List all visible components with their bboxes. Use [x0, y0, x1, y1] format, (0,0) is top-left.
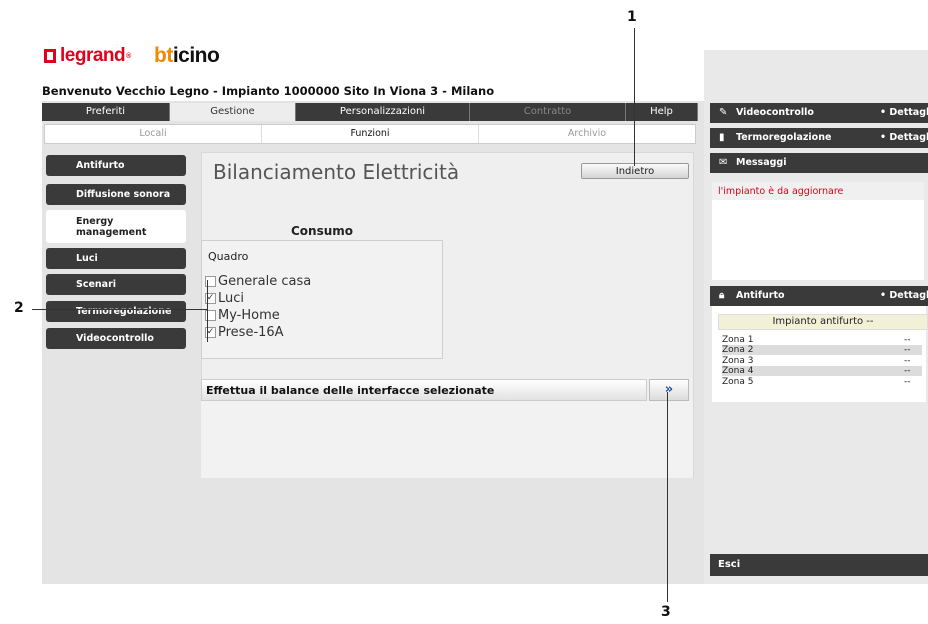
subtab-locali[interactable]: Locali [45, 125, 262, 143]
antifurto-header[interactable]: 🔒︎ Antifurto • Dettagli [710, 286, 928, 306]
tab-personalizzazioni[interactable]: Personalizzazioni [296, 103, 470, 121]
details-link[interactable]: • Dettagli [880, 103, 928, 123]
welcome-text: Benvenuto Vecchio Legno - Impianto 10000… [42, 84, 495, 98]
menu-energy-management[interactable]: Energy management [46, 210, 186, 243]
callout-3-line [667, 392, 668, 602]
menu-termoregolazione[interactable]: Termoregolazione [46, 301, 186, 322]
zone-row: Zona 1 -- [722, 335, 911, 345]
messaggi-header: ✉ Messaggi [710, 153, 928, 173]
zone-row: Zona 4 -- [722, 366, 922, 376]
menu-scenari[interactable]: Scenari [46, 274, 186, 295]
consumo-heading: Consumo [291, 224, 354, 238]
menu-antifurto[interactable]: Antifurto [46, 155, 186, 176]
option-luci[interactable]: ✓ Luci [205, 291, 244, 306]
subtab-archivio[interactable]: Archivio [479, 125, 695, 143]
wrench-icon: ✎ [719, 107, 728, 118]
sub-tabs: Locali Funzioni Archivio [44, 124, 696, 144]
message-text: l'impianto è da aggiornare [718, 186, 844, 197]
back-button[interactable]: Indietro [581, 163, 689, 179]
callout-2: 2 [14, 300, 24, 316]
balance-go-button[interactable]: » [649, 379, 689, 401]
balance-bar: Effettua il balance delle interfacce sel… [201, 379, 647, 401]
tab-gestione[interactable]: Gestione [170, 103, 296, 121]
esci-button[interactable]: Esci [710, 554, 928, 576]
envelope-icon: ✉ [719, 157, 728, 168]
menu-diffusione-sonora[interactable]: Diffusione sonora [46, 184, 186, 205]
option-generale-casa[interactable]: Generale casa [205, 274, 311, 289]
tab-contratto[interactable]: Contratto [470, 103, 626, 121]
callout-1-line [634, 28, 635, 166]
callout-2-bracket [207, 280, 208, 342]
page-title: Bilanciamento Elettricità [213, 160, 460, 184]
legrand-wordmark: legrand [60, 45, 126, 66]
menu-luci[interactable]: Luci [46, 248, 186, 269]
zone-row: Zona 2 -- [722, 345, 922, 355]
legrand-logo: legrand ® [44, 45, 131, 67]
option-label: Generale casa [218, 274, 312, 289]
subtab-funzioni[interactable]: Funzioni [262, 125, 479, 143]
zone-row: Zona 5 -- [722, 377, 911, 387]
details-link[interactable]: • Dettagli [880, 286, 928, 306]
lock-icon: 🔒︎ [719, 290, 725, 301]
details-link[interactable]: • Dettagli [880, 128, 928, 148]
videocontrollo-header[interactable]: ✎ Videocontrollo • Dettagli [710, 103, 928, 123]
callout-2-line [32, 309, 208, 310]
thermometer-icon: ▮ [719, 132, 725, 143]
menu-videocontrollo[interactable]: Videocontrollo [46, 328, 186, 349]
tab-help[interactable]: Help [626, 103, 698, 121]
option-label: My-Home [218, 308, 280, 323]
callout-3: 3 [661, 604, 671, 620]
quadro-label: Quadro [208, 250, 249, 263]
legrand-mark-icon [44, 49, 56, 63]
option-label: Prese-16A [218, 325, 284, 340]
option-my-home[interactable]: My-Home [205, 308, 280, 323]
option-prese-16a[interactable]: ✓ Prese-16A [205, 325, 284, 340]
antifurto-title: Impianto antifurto -- [718, 314, 928, 330]
zone-row: Zona 3 -- [722, 356, 911, 366]
bticino-logo: bticino [154, 44, 220, 67]
balance-result-area [201, 401, 693, 478]
main-tabs: Preferiti Gestione Personalizzazioni Con… [42, 103, 698, 121]
tab-preferiti[interactable]: Preferiti [42, 103, 170, 121]
termoregolazione-header[interactable]: ▮ Termoregolazione • Dettagli [710, 128, 928, 148]
callout-1: 1 [627, 9, 637, 25]
option-label: Luci [218, 291, 245, 306]
